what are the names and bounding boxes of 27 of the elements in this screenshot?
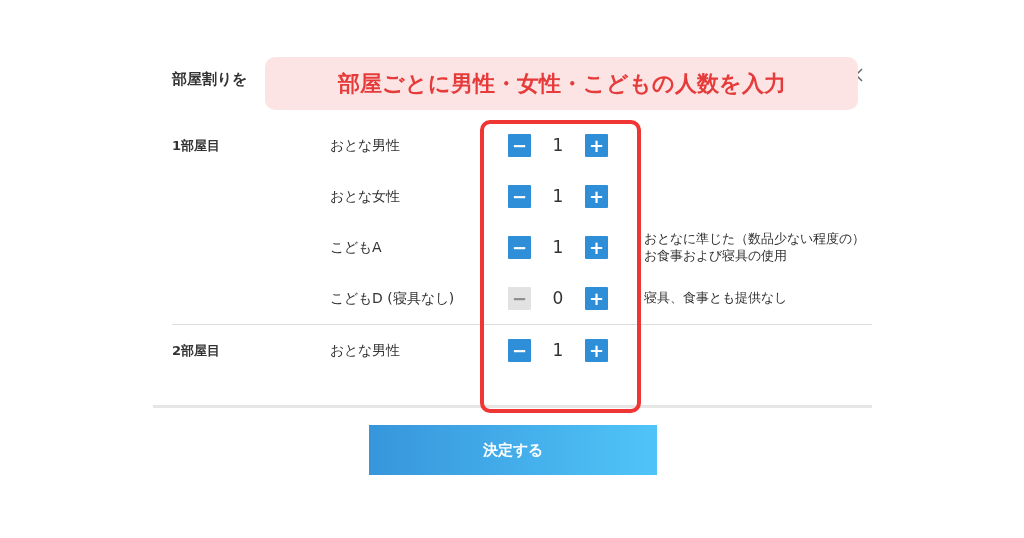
increment-button[interactable]: + [585,287,608,310]
callout-banner: 部屋ごとに男性・女性・こどもの人数を入力 [265,57,858,110]
guest-count: 1 [551,133,565,157]
guest-count: 1 [551,235,565,259]
back-chevron-icon[interactable] [855,68,863,82]
guest-count: 1 [551,184,565,208]
decrement-button[interactable]: − [508,339,531,362]
guest-type-label: おとな女性 [330,187,401,206]
submit-button[interactable]: 決定する [369,425,657,475]
increment-button[interactable]: + [585,236,608,259]
room-label: 1部屋目 [172,137,222,155]
decrement-button[interactable]: − [508,185,531,208]
guest-note: おとなに準じた（数品少ない程度の）お食事および寝具の使用 [644,231,866,264]
guest-note: 寝具、食事とも提供なし [644,290,788,307]
page-title: 部屋割りを [172,69,247,90]
guest-count: 0 [551,286,565,310]
increment-button[interactable]: + [585,185,608,208]
increment-button[interactable]: + [585,134,608,157]
decrement-button[interactable]: − [508,134,531,157]
guest-type-label: おとな男性 [330,136,401,155]
guest-type-label: こどもA [330,238,383,257]
increment-button[interactable]: + [585,339,608,362]
guest-type-label: おとな男性 [330,341,401,360]
room-label: 2部屋目 [172,342,222,360]
decrement-button[interactable]: − [508,236,531,259]
guest-count: 1 [551,338,565,362]
guest-type-label: こどもD (寝具なし) [330,289,456,308]
